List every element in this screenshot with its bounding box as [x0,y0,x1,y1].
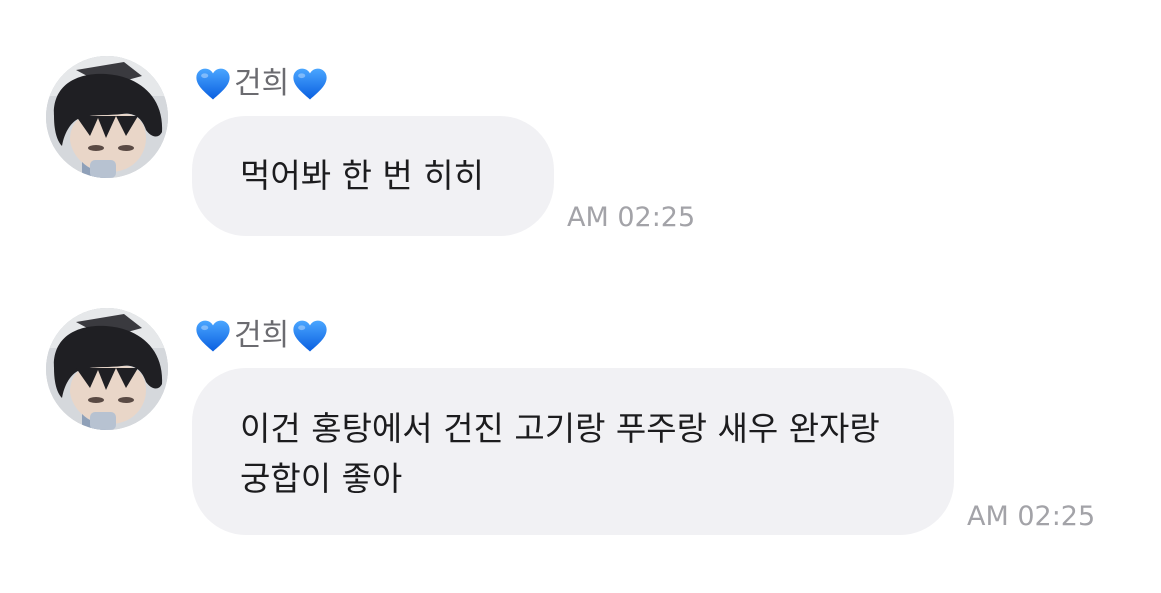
sender-name-row[interactable]: 건희 [194,316,329,356]
message-timestamp: AM 02:25 [567,202,696,233]
avatar[interactable] [46,56,168,178]
blue-heart-icon [291,65,329,103]
message-timestamp: AM 02:25 [967,501,1096,532]
sender-name-row[interactable]: 건희 [194,64,329,104]
blue-heart-icon [291,317,329,355]
avatar-photo [46,56,168,178]
avatar[interactable] [46,308,168,430]
message-text: 먹어봐 한 번 히히 [240,156,484,195]
message-text: 이건 홍탕에서 건진 고기랑 푸주랑 새우 완자랑 궁합이 좋아 [240,409,880,498]
avatar-photo [46,308,168,430]
message-bubble[interactable]: 이건 홍탕에서 건진 고기랑 푸주랑 새우 완자랑 궁합이 좋아 [192,368,954,535]
sender-name: 건희 [234,66,290,101]
blue-heart-icon [194,65,232,103]
blue-heart-icon [194,317,232,355]
message-bubble[interactable]: 먹어봐 한 번 히히 [192,116,554,236]
sender-name: 건희 [234,318,290,353]
chat-thread: 건희 먹어봐 한 번 히히 AM 02:25 건희 이건 홍탕에서 건진 고기랑… [0,0,1161,593]
